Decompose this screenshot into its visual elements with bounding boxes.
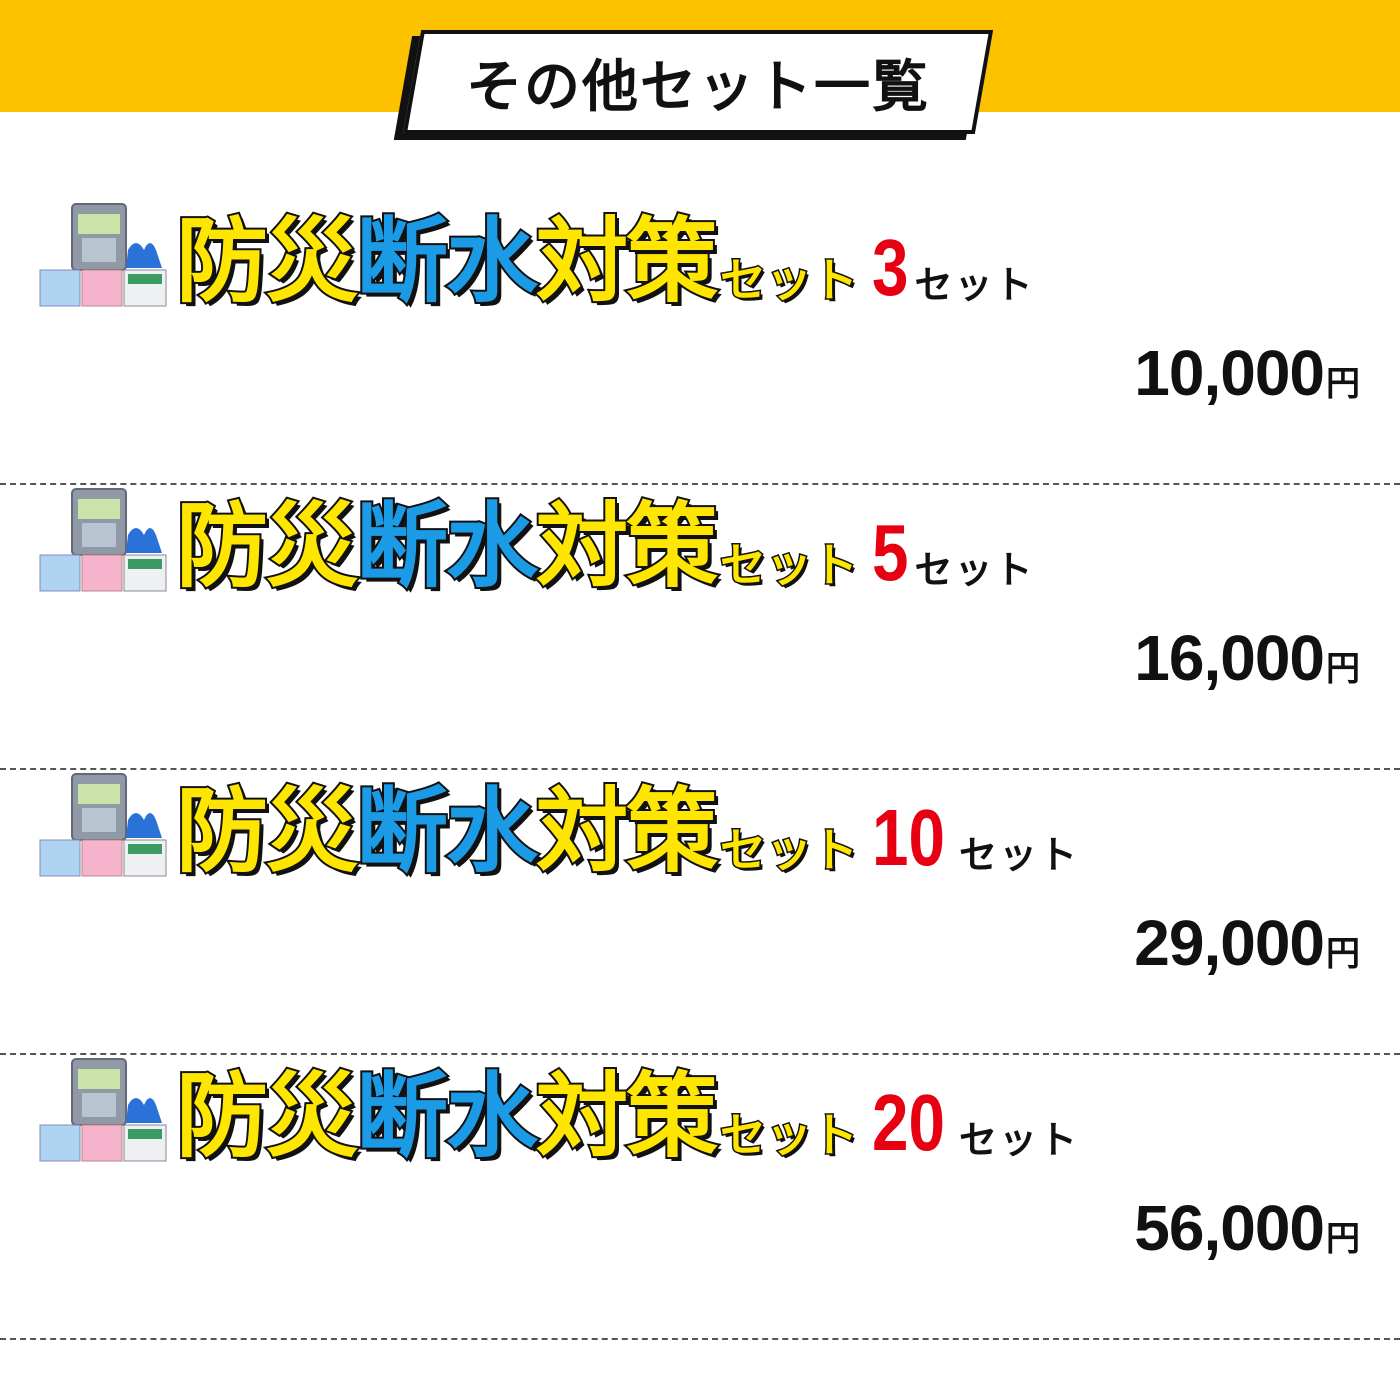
price-currency: 円 (1326, 364, 1360, 404)
name-set-label: セット (719, 1107, 860, 1164)
name-part-disaster: 防災 (174, 493, 360, 600)
product-set-icon (39, 488, 167, 592)
product-headline: 防災 断水 対策 セット 5 セット (174, 493, 1035, 600)
name-part-disaster: 防災 (174, 208, 360, 315)
price-currency: 円 (1326, 1219, 1360, 1259)
price: 10,000 円 (1134, 340, 1360, 406)
price-value: 56,000 (1134, 1192, 1325, 1264)
product-headline: 防災 断水 対策 セット 3 セット (174, 208, 1035, 315)
price-currency: 円 (1326, 649, 1360, 689)
quantity: 20 (872, 1078, 946, 1167)
product-headline: 防災 断水 対策 セット 20 セット (174, 1063, 1080, 1170)
name-part-water-outage: 断水 (354, 1063, 540, 1170)
section-title-box: その他セット一覧 (393, 30, 994, 140)
set-row[interactable]: 防災 断水 対策 セット 3 セット 10,000 円 (0, 200, 1400, 485)
quantity-unit: セット (914, 263, 1035, 307)
name-part-water-outage: 断水 (354, 493, 540, 600)
name-part-water-outage: 断水 (354, 778, 540, 885)
product-headline: 防災 断水 対策 セット 10 セット (174, 778, 1080, 885)
name-set-label: セット (719, 252, 860, 309)
quantity-unit: セット (914, 548, 1035, 592)
name-set-label: セット (719, 537, 860, 594)
name-part-water-outage: 断水 (354, 208, 540, 315)
name-part-disaster: 防災 (174, 1063, 360, 1170)
quantity: 3 (872, 223, 909, 312)
product-set-icon (39, 773, 167, 877)
price: 16,000 円 (1134, 625, 1360, 691)
price: 29,000 円 (1134, 910, 1360, 976)
name-set-label: セット (719, 822, 860, 879)
name-part-measures: 対策 (534, 493, 720, 600)
price: 56,000 円 (1134, 1195, 1360, 1261)
set-row[interactable]: 防災 断水 対策 セット 5 セット 16,000 円 (0, 485, 1400, 770)
quantity-unit: セット (959, 833, 1080, 877)
price-currency: 円 (1326, 934, 1360, 974)
product-set-icon (39, 203, 167, 307)
section-title: その他セット一覧 (466, 54, 930, 120)
name-part-measures: 対策 (534, 778, 720, 885)
quantity-unit: セット (959, 1118, 1080, 1162)
set-row[interactable]: 防災 断水 対策 セット 10 セット 29,000 円 (0, 770, 1400, 1055)
quantity: 10 (872, 793, 946, 882)
quantity: 5 (872, 508, 909, 597)
product-set-icon (39, 1058, 167, 1162)
name-part-measures: 対策 (534, 1063, 720, 1170)
price-value: 16,000 (1134, 622, 1325, 694)
price-value: 10,000 (1134, 337, 1325, 409)
set-row[interactable]: 防災 断水 対策 セット 20 セット 56,000 円 (0, 1055, 1400, 1340)
price-value: 29,000 (1134, 907, 1325, 979)
row-divider (0, 1338, 1400, 1340)
name-part-measures: 対策 (534, 208, 720, 315)
name-part-disaster: 防災 (174, 778, 360, 885)
